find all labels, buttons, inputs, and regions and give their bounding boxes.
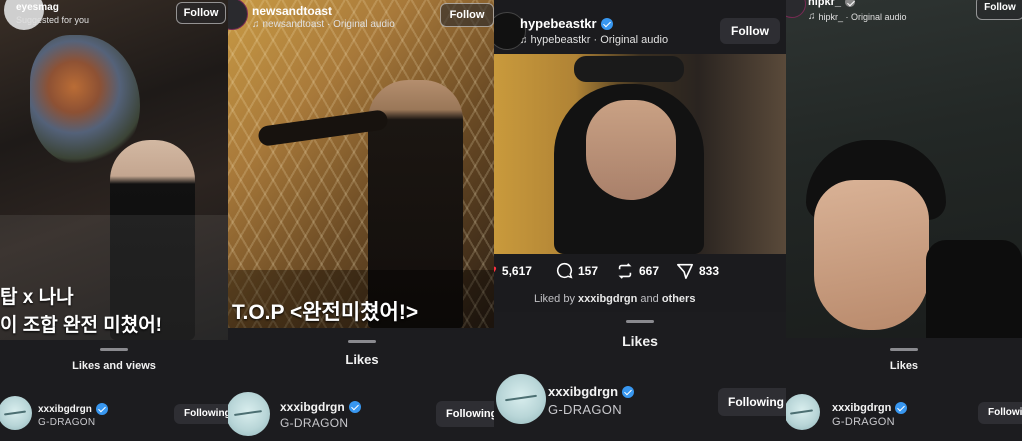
sheet-title: Likes and views — [72, 360, 156, 372]
liker-display-name: G-DRAGON — [280, 416, 349, 430]
account-name[interactable]: hypebeastkr — [520, 16, 597, 31]
verified-badge-icon — [895, 402, 908, 414]
reel-video[interactable]: 탑 x 나나 이 조합 완전 미쳤어! — [0, 0, 228, 340]
sheet-drag-handle[interactable] — [890, 348, 918, 351]
liked-by-and: and — [640, 293, 659, 305]
liked-by-others[interactable]: others — [662, 293, 696, 305]
sheet-title: Likes — [345, 352, 379, 367]
likes-stat[interactable]: ♥ 5,617 — [494, 262, 532, 279]
liker-avatar[interactable] — [496, 374, 546, 424]
liker-username[interactable]: xxxibgdrgn — [832, 402, 891, 414]
following-button[interactable]: Following — [718, 388, 786, 416]
follow-button[interactable]: Follow — [176, 2, 226, 24]
music-note-icon: ♫ — [520, 34, 528, 46]
verified-badge-icon — [622, 385, 635, 398]
follow-button[interactable]: Follow — [440, 3, 494, 27]
music-note-icon: ♫ — [252, 19, 260, 30]
comments-count: 157 — [578, 263, 599, 278]
audio-label-row: ♫ hypebeastkr · Original audio — [520, 34, 668, 46]
liker-username-row[interactable]: xxxibgdrgn — [548, 384, 635, 399]
account-name-row[interactable]: hypebeastkr — [520, 16, 613, 31]
audio-label[interactable]: hypebeastkr · Original audio — [531, 34, 669, 46]
shares-stat[interactable]: 833 — [676, 262, 719, 280]
liker-display-name: G-DRAGON — [38, 417, 96, 428]
sheet-drag-handle[interactable] — [100, 348, 128, 351]
account-name[interactable]: hipkr_ — [808, 0, 841, 8]
comment-icon[interactable] — [556, 262, 573, 279]
liker-display-name: G-DRAGON — [832, 416, 895, 428]
account-name-row[interactable]: hipkr_ — [808, 0, 856, 8]
background-artwork — [30, 35, 140, 165]
follow-button[interactable]: Follow — [976, 0, 1022, 20]
reel-video[interactable] — [494, 54, 786, 254]
liker-username[interactable]: xxxibgdrgn — [548, 384, 618, 399]
following-button[interactable]: Following — [174, 404, 228, 424]
reel-panel-newsandtoast: T.O.P <완전미쳤어!> newsandtoast ♫ newsandtoas… — [228, 0, 496, 441]
audio-label[interactable]: newsandtoast · Original audio — [263, 19, 395, 30]
reposts-stat[interactable]: 667 — [616, 262, 659, 280]
reel-video[interactable]: T.O.P <완전미쳤어!> — [228, 0, 496, 328]
verified-badge-icon — [600, 17, 613, 30]
liker-username-row[interactable]: xxxibgdrgn — [832, 402, 908, 414]
verified-badge-icon — [95, 403, 108, 415]
reel-panel-eyesmag: 탑 x 나나 이 조합 완전 미쳤어! eyesmag Suggested fo… — [0, 0, 228, 441]
liker-username[interactable]: xxxibgdrgn — [38, 404, 92, 415]
caption-line-1: 탑 x 나나 — [0, 287, 74, 308]
heart-icon[interactable]: ♥ — [494, 262, 497, 279]
share-icon[interactable] — [676, 262, 694, 280]
verified-badge-icon — [348, 401, 361, 413]
liker-avatar[interactable] — [0, 396, 32, 430]
liked-by-prefix: Liked by — [534, 293, 575, 305]
comments-stat[interactable]: 157 — [556, 262, 598, 279]
likes-sheet: Likes xxxibgdrgn G-DRAGON Following — [228, 328, 496, 441]
liked-by-user[interactable]: xxxibgdrgn — [578, 293, 637, 305]
liker-username[interactable]: xxxibgdrgn — [280, 400, 345, 414]
following-button[interactable]: Following — [436, 401, 496, 427]
likes-sheet: Likes xxxibgdrgn G-DRAGON Following — [786, 338, 1022, 441]
verified-badge-icon — [845, 0, 856, 7]
sunglasses — [574, 56, 684, 82]
caption-text: T.O.P <완전미쳤어!> — [232, 301, 419, 324]
repost-icon[interactable] — [616, 262, 634, 280]
sheet-drag-handle[interactable] — [348, 340, 376, 343]
account-name[interactable]: eyesmag — [16, 2, 59, 13]
audio-label[interactable]: hipkr_ · Original audio — [819, 12, 907, 22]
likes-sheet: Likes xxxibgdrgn G-DRAGON Following — [494, 312, 786, 441]
liker-username-row[interactable]: xxxibgdrgn — [280, 400, 361, 414]
account-name[interactable]: newsandtoast — [252, 4, 332, 18]
follow-button[interactable]: Follow — [720, 18, 780, 44]
music-note-icon: ♫ — [808, 11, 816, 22]
liker-avatar[interactable] — [228, 392, 270, 436]
person-jacket — [926, 240, 1022, 338]
audio-label-row: ♫ hipkr_ · Original audio — [808, 11, 907, 22]
following-button[interactable]: Following — [978, 402, 1022, 424]
sheet-title: Likes — [622, 333, 658, 349]
liker-avatar[interactable] — [786, 394, 820, 430]
reel-panel-hypebeastkr: hypebeastkr ♫ hypebeastkr · Original audi… — [494, 0, 786, 441]
liker-username-row[interactable]: xxxibgdrgn — [38, 403, 108, 415]
person-face — [814, 180, 929, 330]
reel-video[interactable] — [786, 0, 1022, 338]
sheet-title: Likes — [889, 360, 919, 372]
likes-sheet: Likes and views xxxibgdrgn G-DRAGON Foll… — [0, 340, 228, 441]
person-face — [586, 100, 676, 200]
liker-display-name: G-DRAGON — [548, 402, 622, 417]
reel-panel-hipkr: hipkr_ ♫ hipkr_ · Original audio Follow L… — [786, 0, 1022, 441]
caption-line-2: 이 조합 완전 미쳤어! — [0, 315, 163, 336]
reposts-count: 667 — [639, 264, 660, 278]
likes-count: 5,617 — [501, 263, 532, 278]
shares-count: 833 — [699, 264, 720, 278]
sheet-drag-handle[interactable] — [626, 320, 654, 323]
audio-label-row: ♫ newsandtoast · Original audio — [252, 19, 395, 30]
suggested-label: Suggested for you — [16, 15, 90, 25]
liked-by-line[interactable]: Liked by xxxibgdrgn and others — [534, 293, 695, 305]
